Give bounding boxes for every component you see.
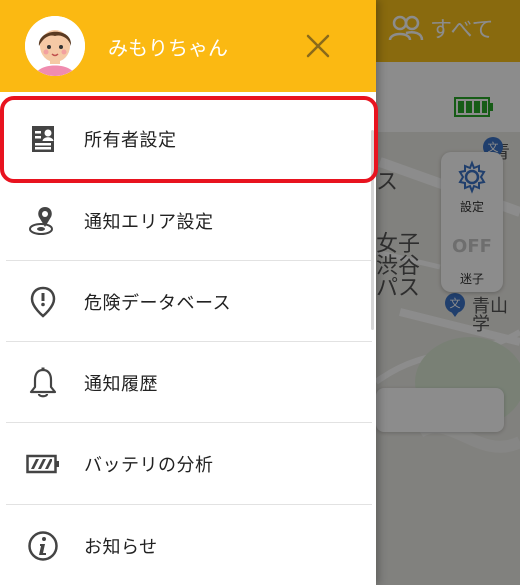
- menu-item-news[interactable]: お知らせ: [0, 505, 376, 585]
- id-card-icon: [26, 122, 60, 156]
- navigation-drawer: みもりちゃん 所有者設定 通知エリア設定 危険データベース 通知履歴 バッテリの…: [0, 0, 376, 585]
- menu-item-label: 通知エリア設定: [84, 211, 214, 233]
- child-avatar-icon: [25, 16, 85, 76]
- bell-icon: [26, 366, 60, 400]
- area-pin-icon: [26, 204, 60, 238]
- user-name: みもりちゃん: [108, 36, 228, 60]
- menu-item-danger-database[interactable]: 危険データベース: [0, 261, 376, 342]
- menu-item-notification-area[interactable]: 通知エリア設定: [0, 180, 376, 261]
- menu-item-owner-settings[interactable]: 所有者設定: [0, 98, 376, 179]
- danger-pin-icon: [26, 285, 60, 319]
- battery-icon: [26, 447, 60, 481]
- info-icon: [26, 529, 60, 563]
- drawer-scrollbar[interactable]: [371, 130, 374, 330]
- menu-item-label: 通知履歴: [84, 373, 158, 395]
- menu-item-battery-analysis[interactable]: バッテリの分析: [0, 423, 376, 504]
- menu-item-notification-history[interactable]: 通知履歴: [0, 342, 376, 423]
- close-icon[interactable]: [300, 28, 336, 64]
- menu-item-label: バッテリの分析: [84, 454, 214, 476]
- menu-item-label: 所有者設定: [84, 129, 177, 151]
- menu-item-label: お知らせ: [84, 536, 158, 558]
- menu-item-label: 危険データベース: [84, 292, 232, 314]
- avatar[interactable]: [25, 16, 85, 76]
- drawer-header: みもりちゃん: [0, 0, 376, 92]
